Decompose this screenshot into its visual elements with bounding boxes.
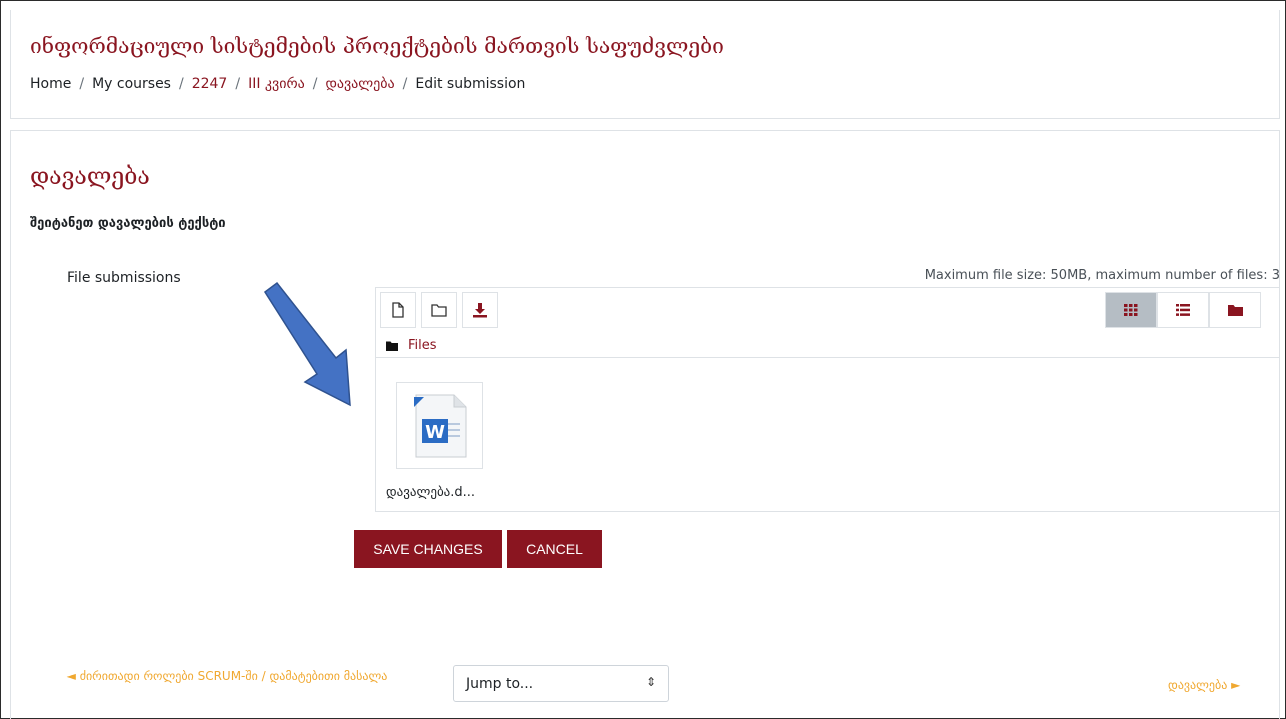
previous-activity-link[interactable]: ◄ ძირითადი როლები SCRUM-ში / დამატებითი … [52,667,402,686]
breadcrumb-home[interactable]: Home [30,76,71,92]
list-view-button[interactable] [1157,292,1209,328]
next-activity-link[interactable]: დავალება ► [1168,678,1240,692]
breadcrumb-current: Edit submission [415,76,526,92]
download-icon [473,303,487,318]
add-file-button[interactable] [380,292,416,328]
save-changes-button[interactable]: SAVE CHANGES [354,530,502,568]
course-title: ინფორმაციული სისტემების პროექტების მართვ… [30,34,724,58]
page-title: დავალება [30,164,150,190]
folder-breadcrumb[interactable]: Files [386,338,437,353]
breadcrumb-section[interactable]: III კვირა [248,76,305,92]
file-limits-text: Maximum file size: 50MB, maximum number … [924,268,1280,283]
file-manager-toolbar: Files [376,288,1279,358]
folder-name: Files [408,338,437,353]
jump-to-select[interactable]: Jump to... ⇕ [453,665,669,702]
tree-view-button[interactable] [1209,292,1261,328]
grid-view-icon [1124,304,1138,316]
breadcrumb-assignment[interactable]: დავალება [325,76,394,92]
grid-view-button[interactable] [1105,292,1157,328]
create-folder-button[interactable] [421,292,457,328]
file-submissions-label: File submissions [67,270,181,286]
file-manager: Files W დავალება.d... [375,287,1280,512]
word-document-icon: W [413,394,466,457]
assignment-intro: შეიტანეთ დავალების ტექსტი [30,216,226,231]
jump-to-label: Jump to... [466,675,534,692]
breadcrumb-my-courses[interactable]: My courses [92,76,171,92]
file-name[interactable]: დავალება.d... [386,485,475,500]
annotation-arrow [263,281,351,407]
create-folder-icon [431,304,447,317]
list-view-icon [1176,304,1190,316]
svg-text:W: W [425,422,445,443]
cancel-button[interactable]: CANCEL [507,530,602,568]
add-file-icon [392,302,404,318]
download-button[interactable] [462,292,498,328]
folder-icon [386,341,398,351]
breadcrumb-course[interactable]: 2247 [192,76,228,92]
select-caret-icon: ⇕ [645,675,656,689]
page-header [10,10,1280,119]
file-item[interactable]: W [396,382,483,469]
breadcrumb: Home / My courses/2247/III კვირა / დავალება /… [30,76,526,92]
tree-view-icon [1227,305,1243,316]
